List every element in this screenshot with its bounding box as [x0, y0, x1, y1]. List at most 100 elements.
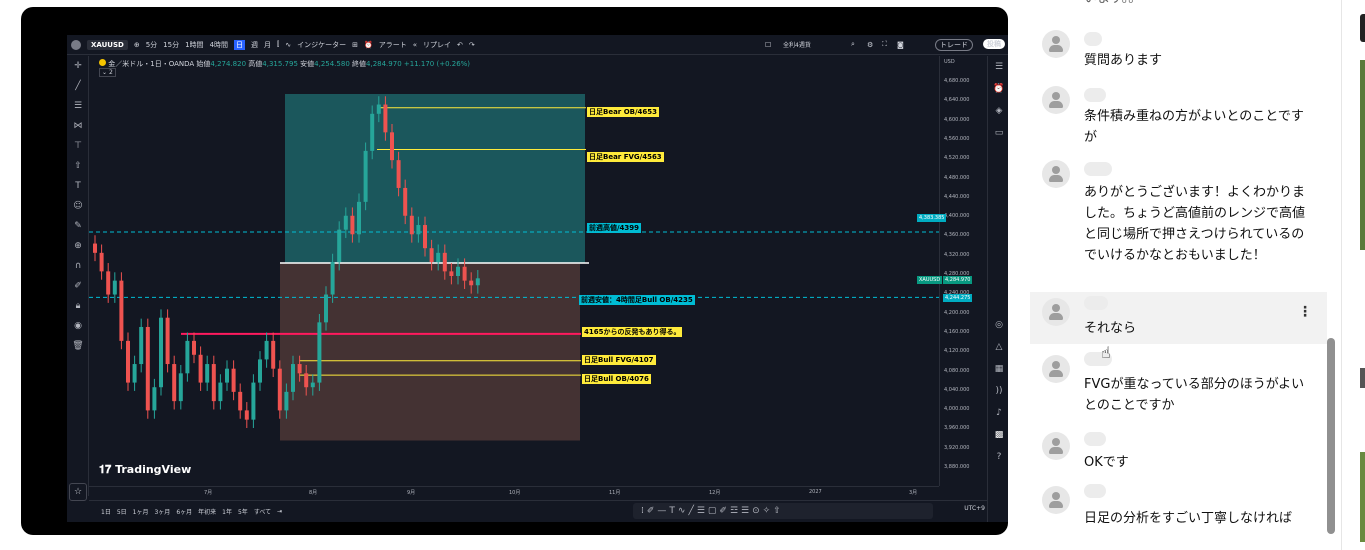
bear-fvg-label[interactable]: 日足Bear FVG/4563 — [587, 152, 664, 162]
compare-icon[interactable]: ⊕ — [134, 41, 140, 49]
timezone-label[interactable]: UTC+9 — [964, 505, 985, 512]
bull-ob-label[interactable]: 日足Bull OB/4076 — [582, 374, 651, 384]
candle-body — [469, 280, 474, 286]
layers-icon[interactable]: ◈ — [988, 100, 1008, 122]
high-value: 4,315.795 — [262, 60, 298, 68]
bell-icon[interactable]: ♪ — [988, 402, 1008, 424]
price-axis[interactable]: USD 4,680.000 4,640.000 4,600.000 4,560.000… — [939, 56, 987, 486]
pattern-sidebar-icon[interactable]: △ — [988, 336, 1008, 358]
price-tick: 4,400.000 — [944, 213, 970, 220]
replay-icon[interactable]: « — [413, 41, 417, 49]
range-6m[interactable]: 6ヶ月 — [176, 507, 192, 516]
price-chart[interactable] — [89, 56, 939, 486]
range-3m[interactable]: 3ヶ月 — [154, 507, 170, 516]
candle-body — [462, 266, 467, 281]
target-icon[interactable]: ◎ — [988, 314, 1008, 336]
message-text: 質問あります — [1084, 53, 1163, 68]
candle-body — [225, 368, 229, 383]
interval-1mo[interactable]: 月 — [264, 40, 271, 50]
price-tick: 4,680.000 — [944, 78, 970, 84]
redo-icon[interactable]: ↷ — [469, 41, 475, 49]
magnet-icon[interactable]: ∩ — [67, 256, 89, 276]
indicators-icon[interactable]: ∿ — [285, 41, 291, 49]
premium-zone — [285, 94, 585, 264]
range-5y[interactable]: 5年 — [238, 507, 248, 516]
trash-icon[interactable]: 🗑︎ — [67, 336, 89, 356]
lock-draw-icon[interactable]: ✐ — [67, 276, 89, 296]
alert-icon[interactable]: ⏰ — [364, 41, 373, 49]
ruler-icon[interactable]: ✎ — [67, 216, 89, 236]
range-1m[interactable]: 1ヶ月 — [133, 507, 149, 516]
range-1y[interactable]: 1年 — [222, 507, 232, 516]
lock-icon[interactable]: 🔒︎ — [67, 296, 89, 316]
trade-button[interactable]: トレード — [935, 39, 973, 51]
pattern-icon[interactable]: ⋈ — [67, 116, 89, 136]
indicator-toggle[interactable]: ⌄ 2 — [99, 68, 116, 77]
shapes-icon[interactable]: ⇧ — [67, 156, 89, 176]
chat-icon[interactable]: ▭ — [988, 122, 1008, 144]
help-icon[interactable]: ? — [988, 446, 1008, 468]
templates-icon[interactable]: ⊞ — [352, 41, 358, 49]
range-1d[interactable]: 1日 — [101, 507, 111, 516]
candle-body — [337, 229, 342, 263]
range-5d[interactable]: 5日 — [117, 507, 127, 516]
prev-high-tag: 4,383.385 — [917, 214, 947, 222]
replay-button[interactable]: リプレイ — [423, 40, 451, 50]
indicators-button[interactable]: インジケーター — [297, 40, 346, 50]
grid-menu-icon[interactable]: ▩ — [988, 424, 1008, 446]
watchlist-icon[interactable]: ☰ — [988, 56, 1008, 78]
range-ytd[interactable]: 年初来 — [198, 507, 216, 516]
favorite-star-icon[interactable]: ☆ — [69, 483, 87, 501]
range-all[interactable]: すべて — [254, 507, 271, 516]
crosshair-icon[interactable]: ✛ — [67, 56, 89, 76]
interval-4h[interactable]: 4時間 — [210, 40, 228, 50]
calendar-icon[interactable]: ▦ — [988, 358, 1008, 380]
prev-high-label[interactable]: 前週高値/4399 — [587, 223, 642, 233]
change-value: +11.170 (+0.26%) — [403, 60, 471, 68]
post-button[interactable]: 投稿 — [983, 39, 1005, 49]
settings-icon[interactable]: ⚙ — [867, 41, 873, 49]
undo-icon[interactable]: ↶ — [457, 41, 463, 49]
price-tick: 4,640.000 — [944, 97, 970, 104]
interval-15m[interactable]: 15分 — [163, 40, 179, 50]
more-options-icon[interactable]: ⋮ — [1298, 304, 1312, 320]
search-icon[interactable]: ⌕ — [851, 40, 855, 49]
message-text: OKです — [1084, 455, 1129, 470]
alerts-icon[interactable]: ⏰ — [988, 78, 1008, 100]
broadcast-icon[interactable]: )) — [988, 380, 1008, 402]
forecast-icon[interactable]: ⊤ — [67, 136, 89, 156]
bear-ob-label[interactable]: 日足Bear OB/4653 — [587, 107, 660, 117]
bull-fvg-label[interactable]: 日足Bull FVG/4107 — [582, 355, 656, 365]
chat-scrollbar[interactable] — [1327, 338, 1335, 534]
interval-1h[interactable]: 1時間 — [185, 40, 203, 50]
interval-5m[interactable]: 5分 — [146, 40, 157, 50]
camera-icon[interactable]: ◙ — [897, 41, 904, 49]
interval-1w[interactable]: 週 — [251, 40, 258, 50]
symbol-search[interactable]: XAUUSD — [87, 39, 128, 50]
price-tick: 3,880.000 — [944, 464, 970, 470]
fib-icon[interactable]: ☰ — [67, 96, 89, 116]
rebound-label[interactable]: 4165からの反発もあり得る。 — [582, 327, 683, 337]
candle-body — [139, 326, 144, 365]
emoji-icon[interactable]: ☺ — [67, 196, 89, 216]
price-tick: 3,960.000 — [944, 425, 970, 432]
eye-icon[interactable]: ◉ — [67, 316, 89, 336]
author-name — [1084, 32, 1102, 46]
fullscreen-icon[interactable]: ⛶ — [882, 40, 887, 49]
price-tick: 4,040.000 — [944, 386, 970, 393]
prev-low-label[interactable]: 前週安値：4時間足Bull OB/4235 — [579, 295, 695, 305]
floating-drawing-toolbar[interactable]: ⁞✐—T∿╱☰▢✐☲☰⊙✧⇧ — [633, 503, 933, 519]
chart-type-icon[interactable]: ⫿ — [277, 40, 279, 49]
alert-button[interactable]: アラート — [379, 40, 407, 50]
low-label: 安値 — [300, 60, 315, 68]
time-axis[interactable]: 7月 8月 9月 10月 11月 12月 2027 3月 — [89, 486, 939, 500]
profit-checkbox[interactable]: ☐ — [765, 41, 771, 49]
trendline-icon[interactable]: ╱ — [67, 76, 89, 96]
candle-body — [205, 364, 210, 383]
zoom-icon[interactable]: ⊕ — [67, 236, 89, 256]
candle-body — [390, 132, 394, 161]
goto-date-icon[interactable]: ⇥ — [277, 508, 282, 515]
text-icon[interactable]: T — [67, 176, 89, 196]
candle-body — [185, 340, 190, 374]
interval-1d[interactable]: 日 — [234, 39, 246, 50]
